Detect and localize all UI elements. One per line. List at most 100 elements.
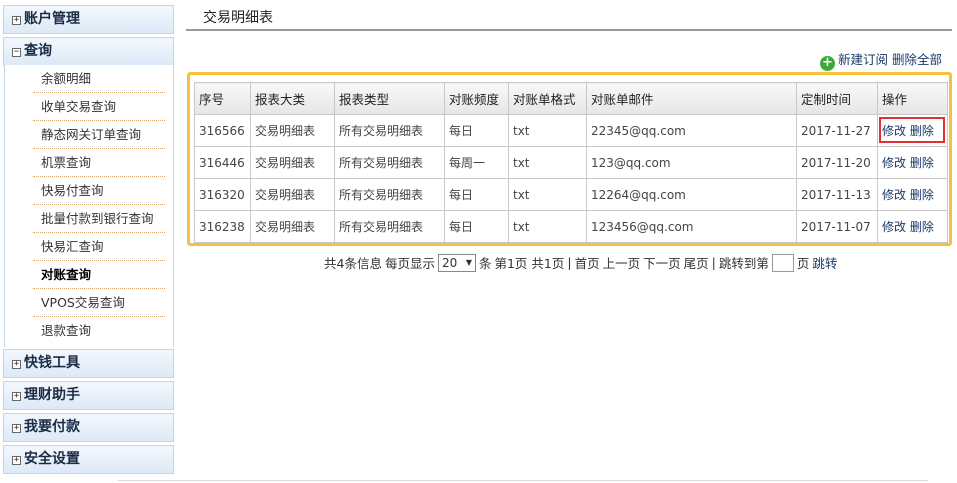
sidebar-item-vpos[interactable]: VPOS交易查询 bbox=[33, 289, 165, 317]
delete-link[interactable]: 删除 bbox=[910, 124, 934, 138]
expand-icon: + bbox=[12, 359, 21, 369]
table-row: 316446 交易明细表 所有交易明细表 每周一 txt 123@qq.com … bbox=[194, 146, 948, 179]
sidebar-item-acquiring[interactable]: 收单交易查询 bbox=[33, 93, 165, 121]
per-page-select[interactable]: 20 ▼ bbox=[437, 253, 476, 272]
header-frequency: 对账频度 bbox=[444, 82, 509, 115]
jump-label: 跳转到第 bbox=[718, 256, 769, 271]
cell-actions: 修改 删除 bbox=[877, 178, 948, 211]
cell-category: 交易明细表 bbox=[250, 114, 335, 147]
cell-email: 123456@qq.com bbox=[586, 210, 797, 243]
header-actions: 操作 bbox=[877, 82, 948, 115]
sidebar-item-batch-payment[interactable]: 批量付款到银行查询 bbox=[33, 205, 165, 233]
table-row: 316238 交易明细表 所有交易明细表 每日 txt 123456@qq.co… bbox=[194, 210, 948, 243]
cell-category: 交易明细表 bbox=[250, 210, 335, 243]
per-page-value: 20 bbox=[441, 255, 458, 270]
table-actions: + 新建订阅 删除全部 bbox=[820, 49, 942, 71]
sidebar-item-reconciliation[interactable]: 对账查询 bbox=[33, 261, 165, 289]
header-date: 定制时间 bbox=[796, 82, 878, 115]
expand-icon: + bbox=[12, 423, 21, 433]
prev-page-link[interactable]: 上一页 bbox=[603, 253, 641, 272]
cell-id: 316566 bbox=[194, 114, 251, 147]
sidebar-section-payment[interactable]: + 我要付款 bbox=[3, 413, 174, 442]
edit-link[interactable]: 修改 bbox=[882, 188, 906, 202]
last-page-link[interactable]: 尾页 bbox=[684, 253, 709, 272]
expand-icon: + bbox=[12, 391, 21, 401]
header-type: 报表类型 bbox=[334, 82, 445, 115]
cell-actions: 修改 删除 bbox=[877, 146, 948, 179]
per-page-label: 每页显示 bbox=[384, 256, 435, 271]
sidebar-item-refund[interactable]: 退款查询 bbox=[33, 317, 165, 345]
separator: | bbox=[567, 255, 572, 270]
cell-actions: 修改 删除 bbox=[877, 210, 948, 243]
delete-link[interactable]: 删除 bbox=[910, 156, 934, 170]
cell-format: txt bbox=[508, 114, 587, 147]
cell-date: 2017-11-13 bbox=[796, 178, 878, 211]
cell-email: 123@qq.com bbox=[586, 146, 797, 179]
cell-format: txt bbox=[508, 146, 587, 179]
page-number-input[interactable] bbox=[771, 253, 794, 272]
footer-divider bbox=[118, 480, 928, 481]
sidebar-item-balance[interactable]: 余额明细 bbox=[33, 65, 165, 93]
cell-type: 所有交易明细表 bbox=[334, 178, 445, 211]
table-header-row: 序号 报表大类 报表类型 对账频度 对账单格式 对账单邮件 定制时间 操作 bbox=[194, 82, 948, 115]
cell-frequency: 每日 bbox=[444, 114, 509, 147]
cell-frequency: 每周一 bbox=[444, 146, 509, 179]
delete-all-link[interactable]: 删除全部 bbox=[892, 52, 942, 67]
per-page-unit: 条 bbox=[478, 256, 492, 271]
sidebar-section-account[interactable]: + 账户管理 bbox=[3, 5, 174, 34]
new-subscription-link[interactable]: 新建订阅 bbox=[838, 52, 888, 67]
query-submenu: 余额明细 收单交易查询 静态网关订单查询 机票查询 快易付查询 批量付款到银行查… bbox=[4, 65, 174, 347]
cell-type: 所有交易明细表 bbox=[334, 210, 445, 243]
edit-link[interactable]: 修改 bbox=[882, 156, 906, 170]
add-icon[interactable]: + bbox=[820, 56, 835, 71]
section-label: 账户管理 bbox=[24, 11, 80, 27]
cell-type: 所有交易明细表 bbox=[334, 114, 445, 147]
cell-format: txt bbox=[508, 210, 587, 243]
sidebar-section-finance[interactable]: + 理财助手 bbox=[3, 381, 174, 410]
header-id: 序号 bbox=[194, 82, 251, 115]
section-label: 我要付款 bbox=[24, 419, 80, 435]
section-label: 查询 bbox=[24, 43, 52, 59]
delete-link[interactable]: 删除 bbox=[910, 220, 934, 234]
cell-format: txt bbox=[508, 178, 587, 211]
separator: | bbox=[711, 255, 716, 270]
sidebar-item-kuaiyifu[interactable]: 快易付查询 bbox=[33, 177, 165, 205]
total-count: 共4条信息 bbox=[324, 256, 382, 271]
cell-type: 所有交易明细表 bbox=[334, 146, 445, 179]
subscription-table: 序号 报表大类 报表类型 对账频度 对账单格式 对账单邮件 定制时间 操作 31… bbox=[194, 82, 948, 243]
subscription-table-frame: 序号 报表大类 报表类型 对账频度 对账单格式 对账单邮件 定制时间 操作 31… bbox=[187, 72, 952, 246]
sidebar-section-tools[interactable]: + 快钱工具 bbox=[3, 349, 174, 378]
cell-email: 22345@qq.com bbox=[586, 114, 797, 147]
edit-link[interactable]: 修改 bbox=[882, 124, 906, 138]
jump-button[interactable]: 跳转 bbox=[812, 253, 837, 272]
sidebar-item-gateway-orders[interactable]: 静态网关订单查询 bbox=[33, 121, 165, 149]
section-label: 安全设置 bbox=[24, 451, 80, 467]
sidebar-section-security[interactable]: + 安全设置 bbox=[3, 445, 174, 474]
cell-id: 316238 bbox=[194, 210, 251, 243]
cell-email: 12264@qq.com bbox=[586, 178, 797, 211]
delete-link[interactable]: 删除 bbox=[910, 188, 934, 202]
cell-category: 交易明细表 bbox=[250, 178, 335, 211]
cell-id: 316320 bbox=[194, 178, 251, 211]
header-email: 对账单邮件 bbox=[586, 82, 797, 115]
table-row: 316566 交易明细表 所有交易明细表 每日 txt 22345@qq.com… bbox=[194, 114, 948, 147]
section-label: 理财助手 bbox=[24, 387, 80, 403]
collapse-icon: − bbox=[12, 47, 21, 57]
cell-date: 2017-11-07 bbox=[796, 210, 878, 243]
sidebar-section-query[interactable]: − 查询 bbox=[3, 37, 174, 66]
header-format: 对账单格式 bbox=[508, 82, 587, 115]
sidebar-item-kuaiyihui[interactable]: 快易汇查询 bbox=[33, 233, 165, 261]
first-page-link[interactable]: 首页 bbox=[575, 253, 600, 272]
section-label: 快钱工具 bbox=[24, 355, 80, 371]
page-info: 第1页 共1页 bbox=[494, 256, 565, 271]
expand-icon: + bbox=[12, 15, 21, 25]
cell-frequency: 每日 bbox=[444, 178, 509, 211]
next-page-link[interactable]: 下一页 bbox=[643, 253, 681, 272]
cell-date: 2017-11-20 bbox=[796, 146, 878, 179]
chevron-down-icon: ▼ bbox=[465, 258, 472, 267]
edit-link[interactable]: 修改 bbox=[882, 220, 906, 234]
cell-category: 交易明细表 bbox=[250, 146, 335, 179]
sidebar-item-air-tickets[interactable]: 机票查询 bbox=[33, 149, 165, 177]
title-divider bbox=[186, 29, 952, 31]
header-category: 报表大类 bbox=[250, 82, 335, 115]
